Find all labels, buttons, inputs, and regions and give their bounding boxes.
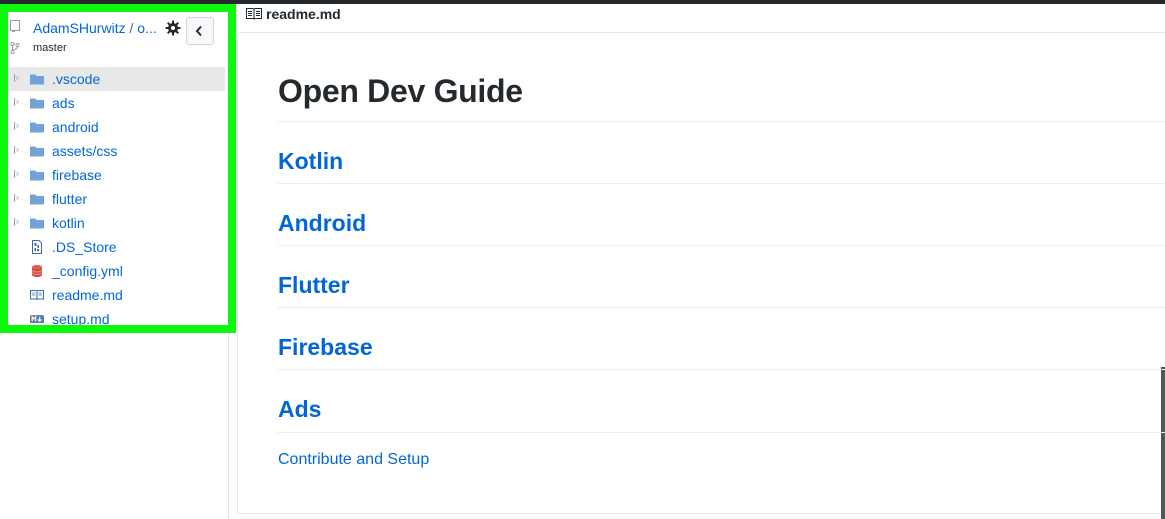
repo-icon (10, 20, 20, 32)
divider (278, 307, 1165, 308)
tree-item-label: firebase (52, 167, 102, 183)
repo-breadcrumb: AdamSHurwitz / o... (33, 20, 163, 36)
tree-item-label: .vscode (52, 71, 101, 87)
contribute-setup-link[interactable]: Contribute and Setup (278, 451, 429, 469)
tree-item-firebase[interactable]: firebase (8, 163, 225, 187)
divider (278, 245, 1165, 246)
folder-icon (30, 122, 44, 133)
scrollbar[interactable] (1161, 367, 1165, 519)
expand-caret-icon[interactable] (14, 194, 19, 202)
tree-item-label: _config.yml (52, 263, 123, 279)
repo-header: AdamSHurwitz / o... master (8, 10, 220, 62)
folder-icon (30, 74, 44, 85)
expand-caret-icon[interactable] (14, 122, 19, 130)
file-tree: .vscode ads android assets/css firebase … (8, 67, 225, 331)
section-link-android[interactable]: Android (278, 210, 366, 237)
divider (278, 369, 1165, 370)
tree-item-label: assets/css (52, 143, 118, 159)
expand-caret-icon[interactable] (14, 146, 19, 154)
expand-caret-icon[interactable] (14, 98, 19, 106)
folder-icon (30, 98, 44, 109)
readme-title: Open Dev Guide (278, 73, 523, 109)
chevron-left-icon (195, 25, 202, 37)
book-file-icon (30, 290, 44, 301)
gear-icon[interactable] (165, 20, 181, 36)
folder-icon (30, 218, 44, 229)
repo-owner-link[interactable]: AdamSHurwitz (33, 20, 126, 36)
repo-name-link[interactable]: o... (137, 20, 156, 36)
repo-separator: / (125, 20, 138, 36)
section-link-firebase[interactable]: Firebase (278, 334, 373, 361)
expand-caret-icon[interactable] (14, 218, 19, 226)
expand-caret-icon[interactable] (14, 74, 19, 82)
section-link-ads[interactable]: Ads (278, 396, 321, 423)
file-tree-sidebar: AdamSHurwitz / o... master .vscode ads a… (0, 4, 229, 519)
tree-item-vscode[interactable]: .vscode (8, 67, 225, 91)
folder-icon (30, 170, 44, 181)
tree-item-kotlin[interactable]: kotlin (8, 211, 225, 235)
folder-icon (30, 194, 44, 205)
tree-item-label: .DS_Store (52, 239, 117, 255)
binary-file-icon (32, 240, 42, 254)
tree-item-flutter[interactable]: flutter (8, 187, 225, 211)
branch-icon (10, 42, 20, 54)
tree-item-label: kotlin (52, 215, 85, 231)
database-file-icon (31, 265, 43, 277)
section-link-kotlin[interactable]: Kotlin (278, 148, 343, 175)
tree-item-ads[interactable]: ads (8, 91, 225, 115)
file-name: readme.md (266, 6, 341, 22)
tree-item-label: flutter (52, 191, 88, 207)
tree-item-label: setup.md (52, 311, 110, 327)
tree-item-assets-css[interactable]: assets/css (8, 139, 225, 163)
tree-item-label: ads (52, 95, 75, 111)
markdown-file-icon (30, 315, 44, 323)
tree-item-config-yml[interactable]: _config.yml (8, 259, 225, 283)
tree-item-readme-md[interactable]: readme.md (8, 283, 225, 307)
expand-caret-icon[interactable] (14, 170, 19, 178)
book-icon (246, 8, 262, 20)
folder-icon (30, 146, 44, 157)
tree-item-ds-store[interactable]: .DS_Store (8, 235, 225, 259)
divider (278, 183, 1165, 184)
tree-item-label: readme.md (52, 287, 123, 303)
divider (278, 432, 1165, 433)
divider (278, 121, 1165, 122)
collapse-sidebar-button[interactable] (186, 17, 214, 45)
tree-item-android[interactable]: android (8, 115, 225, 139)
section-link-flutter[interactable]: Flutter (278, 272, 350, 299)
branch-name: master (33, 42, 67, 54)
tree-item-label: android (52, 119, 99, 135)
tree-item-setup-md[interactable]: setup.md (8, 307, 225, 331)
